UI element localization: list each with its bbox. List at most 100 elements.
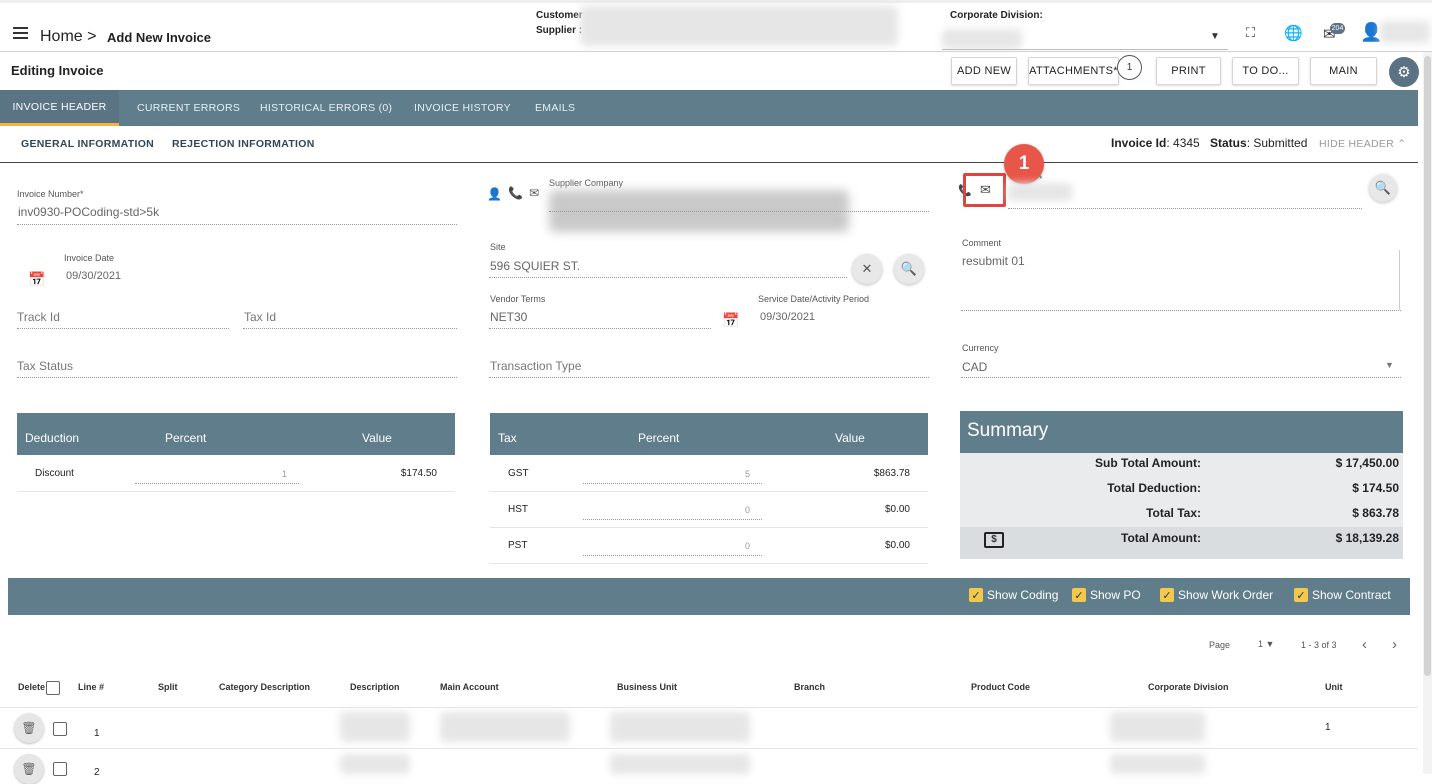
currency-select[interactable]: CAD	[962, 360, 987, 374]
col-main-account: Main Account	[440, 682, 499, 692]
add-new-button[interactable]: ADD NEW	[951, 57, 1017, 85]
tax-column-header: Tax	[498, 431, 517, 445]
invoice-status: Status: Submitted	[1210, 136, 1308, 150]
invoice-number-input[interactable]: inv0930-POCoding-std>5k	[18, 205, 159, 219]
subtab-rejection-information[interactable]: REJECTION INFORMATION	[172, 138, 315, 150]
checkmark-icon: ✓	[1072, 588, 1086, 602]
chevron-down-icon[interactable]: ▼	[1210, 31, 1220, 42]
callout-number: 1	[1004, 144, 1044, 184]
deduction-column-header: Deduction	[25, 431, 80, 445]
hide-header-toggle[interactable]: HIDE HEADER ⌃	[1319, 138, 1406, 150]
corporate-division-select[interactable]	[942, 49, 1228, 50]
globe-icon[interactable]: 🌐	[1284, 24, 1303, 42]
row-divider	[17, 491, 455, 492]
line-description-redacted	[340, 712, 410, 742]
notification-badge: 204	[1330, 23, 1345, 34]
customer-label: Customer	[536, 10, 583, 21]
line-description-redacted	[340, 754, 410, 774]
vendor-terms-underline	[489, 328, 711, 329]
show-contract-checkbox[interactable]: ✓ Show Contract	[1294, 588, 1391, 602]
service-date-input[interactable]: 09/30/2021	[760, 311, 815, 323]
search-icon[interactable]: 🔍	[1369, 174, 1397, 202]
select-all-checkbox[interactable]	[46, 681, 60, 695]
page-select[interactable]: 1 ▼	[1258, 639, 1274, 649]
calendar-icon[interactable]: 📅	[722, 312, 739, 329]
col-branch: Branch	[794, 682, 826, 692]
tax-id-input[interactable]: Tax Id	[244, 310, 276, 324]
tax-percent-input[interactable]: 0	[583, 541, 750, 551]
breadcrumb-current-page: Add New Invoice	[107, 30, 212, 45]
subtotal-label: Sub Total Amount:	[1095, 456, 1201, 470]
invoice-date-label: Invoice Date	[64, 253, 115, 263]
search-site-icon[interactable]: 🔍	[894, 254, 924, 284]
site-input[interactable]: 596 SQUIER ST.	[490, 259, 580, 273]
todo-button[interactable]: TO DO...	[1232, 57, 1299, 85]
row-divider	[0, 707, 1418, 708]
main-button[interactable]: MAIN	[1310, 57, 1377, 85]
phone-icon[interactable]: 📞	[508, 186, 523, 200]
col-corporate-division: Corporate Division	[1148, 682, 1229, 692]
clear-site-icon[interactable]: ✕	[852, 254, 882, 284]
total-tax-value: $ 863.78	[1352, 506, 1399, 520]
chevron-down-icon[interactable]: ▼	[1385, 360, 1394, 370]
email-underline	[1008, 208, 1362, 209]
tab-invoice-header[interactable]: INVOICE HEADER	[0, 90, 119, 126]
deduction-percent-input[interactable]: 1	[135, 469, 287, 479]
tab-invoice-history[interactable]: INVOICE HISTORY	[414, 90, 511, 126]
hamburger-menu-icon[interactable]	[13, 27, 28, 39]
tax-percent-input[interactable]: 0	[583, 505, 750, 515]
print-button[interactable]: PRINT	[1156, 57, 1221, 85]
tab-emails[interactable]: EMAILS	[535, 90, 575, 126]
calendar-icon[interactable]: 📅	[28, 271, 45, 288]
tax-value: $863.78	[873, 468, 910, 479]
chevron-right-icon[interactable]: ›	[1392, 636, 1397, 653]
deduction-name: Discount	[35, 468, 74, 479]
settings-gear-icon[interactable]: ⚙	[1389, 57, 1419, 87]
tax-id-underline	[243, 328, 457, 329]
person-icon[interactable]: 👤	[487, 187, 502, 201]
subtab-general-information[interactable]: GENERAL INFORMATION	[21, 138, 154, 150]
comment-underline	[961, 310, 1401, 311]
col-split: Split	[158, 682, 178, 692]
col-description: Description	[350, 682, 400, 692]
tax-status-input[interactable]: Tax Status	[17, 359, 73, 373]
tax-name: GST	[508, 468, 529, 479]
comment-resize-handle[interactable]	[1386, 250, 1400, 310]
checkmark-icon: ✓	[969, 588, 983, 602]
comment-textarea[interactable]: resubmit 01	[962, 254, 1025, 268]
col-unit: Unit	[1325, 682, 1343, 692]
tab-bar: INVOICE HEADER CURRENT ERRORS HISTORICAL…	[0, 90, 1418, 126]
supplier-company-label: Supplier Company	[549, 178, 624, 188]
vertical-scrollbar[interactable]	[1423, 52, 1432, 774]
attachments-button[interactable]: ATTACHMENTS*	[1028, 57, 1119, 85]
delete-line-icon[interactable]: 🗑	[14, 713, 44, 743]
show-coding-checkbox[interactable]: ✓ Show Coding	[969, 588, 1058, 602]
tax-percent-underline	[583, 519, 762, 520]
tab-current-errors[interactable]: CURRENT ERRORS	[137, 90, 240, 126]
site-underline	[489, 277, 847, 278]
checkmark-icon: ✓	[1160, 588, 1174, 602]
transaction-type-input[interactable]: Transaction Type	[490, 359, 581, 373]
summary-title: Summary	[960, 411, 1403, 453]
total-amount-label: Total Amount:	[1121, 531, 1201, 545]
invoice-date-input[interactable]: 09/30/2021	[66, 270, 121, 282]
summary-body: Sub Total Amount: $ 17,450.00 Total Dedu…	[960, 453, 1403, 559]
chevron-left-icon[interactable]: ‹	[1362, 636, 1367, 653]
vendor-terms-input[interactable]: NET30	[490, 310, 527, 324]
transaction-type-underline	[489, 377, 929, 378]
show-work-order-checkbox[interactable]: ✓ Show Work Order	[1160, 588, 1273, 602]
track-id-input[interactable]: Track Id	[17, 310, 60, 324]
fullscreen-icon[interactable]: ⛶	[1246, 25, 1255, 41]
track-id-underline	[17, 328, 229, 329]
email-icon[interactable]: ✉	[529, 186, 539, 200]
tax-percent-input[interactable]: 5	[583, 469, 750, 479]
delete-line-icon[interactable]: 🗑	[14, 754, 44, 784]
show-po-checkbox[interactable]: ✓ Show PO	[1072, 588, 1141, 602]
row-divider	[490, 527, 928, 528]
supplier-label: Supplier :	[536, 25, 583, 36]
tab-historical-errors[interactable]: HISTORICAL ERRORS (0)	[260, 90, 392, 126]
breadcrumb-home[interactable]: Home >	[40, 28, 96, 46]
col-category-description: Category Description	[219, 682, 311, 692]
summary-panel: Summary Sub Total Amount: $ 17,450.00 To…	[960, 411, 1403, 559]
line-select-checkbox[interactable]	[53, 722, 67, 736]
